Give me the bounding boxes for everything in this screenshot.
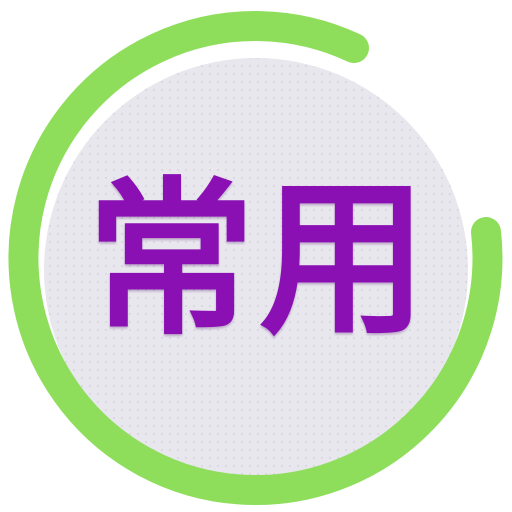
app-icon[interactable]: 常用 (0, 0, 512, 512)
icon-label: 常用 (87, 160, 431, 358)
